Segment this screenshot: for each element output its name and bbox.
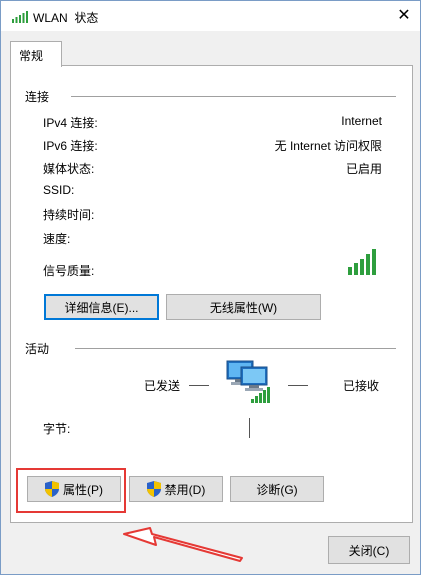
title-bar[interactable]: WLAN 状态 ✕ — [1, 1, 420, 31]
tab-general[interactable]: 常规 — [10, 41, 62, 67]
diagnose-button[interactable]: 诊断(G) — [230, 476, 324, 502]
connection-heading: 连接 — [25, 90, 50, 104]
ipv4-value: Internet — [341, 114, 382, 128]
uac-shield-icon — [146, 481, 161, 497]
close-button[interactable]: 关闭(C) — [328, 536, 410, 564]
ssid-label: SSID: — [43, 183, 75, 197]
sent-line — [189, 385, 209, 386]
sent-label: 已发送 — [144, 379, 181, 393]
details-button-label: 详细信息(E)... — [64, 300, 139, 315]
wireless-properties-label: 无线属性(W) — [209, 300, 278, 315]
details-button[interactable]: 详细信息(E)... — [44, 294, 159, 320]
received-label: 已接收 — [343, 379, 380, 393]
ipv6-value: 无 Internet 访问权限 — [274, 139, 382, 153]
media-state-value: 已启用 — [345, 162, 382, 176]
duration-label: 持续时间: — [43, 208, 95, 222]
general-panel: 连接 IPv4 连接: Internet IPv6 连接: 无 Internet… — [10, 65, 413, 523]
speed-label: 速度: — [43, 232, 71, 246]
wlan-status-window: WLAN 状态 ✕ 常规 连接 IPv4 连接: Internet IPv6 连… — [0, 0, 421, 575]
ipv4-label: IPv4 连接: — [43, 116, 98, 130]
annotation-highlight-box — [16, 468, 126, 513]
ipv6-label: IPv6 连接: — [43, 139, 98, 153]
activity-divider — [75, 348, 396, 349]
activity-heading: 活动 — [25, 342, 50, 356]
close-button-label: 关闭(C) — [348, 543, 390, 558]
received-line — [288, 385, 308, 386]
signal-strength-icon — [348, 249, 376, 275]
bytes-label: 字节: — [43, 422, 71, 436]
diagnose-button-label: 诊断(G) — [256, 482, 298, 497]
annotation-arrow — [123, 527, 243, 562]
wifi-signal-icon — [12, 11, 28, 23]
bytes-divider — [249, 418, 250, 438]
disable-button[interactable]: 禁用(D) — [129, 476, 223, 502]
media-state-label: 媒体状态: — [43, 162, 95, 176]
disable-button-label: 禁用(D) — [164, 482, 206, 497]
signal-quality-label: 信号质量: — [43, 264, 95, 278]
connection-divider — [71, 96, 396, 97]
close-window-icon[interactable]: ✕ — [394, 6, 414, 26]
wireless-properties-button[interactable]: 无线属性(W) — [166, 294, 321, 320]
tab-label: 常规 — [19, 49, 44, 63]
window-title: WLAN 状态 — [33, 11, 99, 25]
network-computers-icon — [226, 360, 270, 403]
